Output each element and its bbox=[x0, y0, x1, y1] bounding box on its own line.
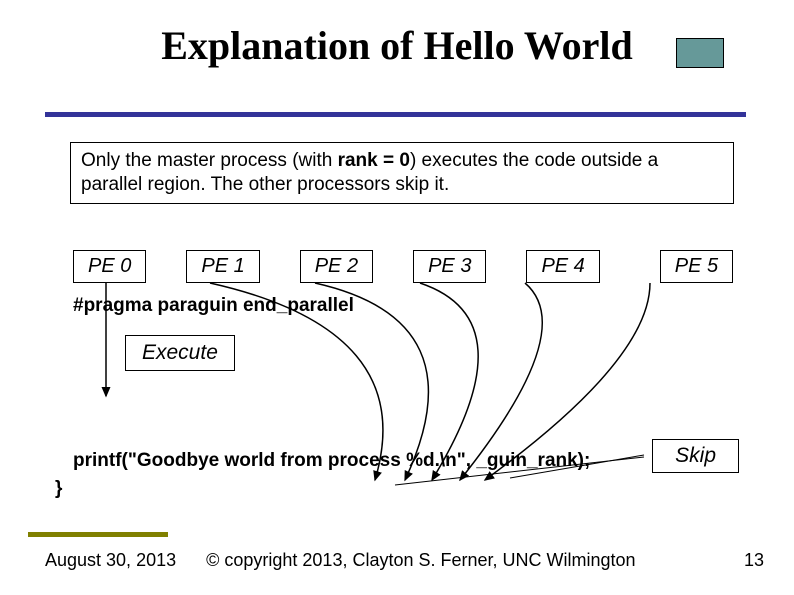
title-underline bbox=[45, 112, 746, 117]
info-box: Only the master process (with rank = 0) … bbox=[70, 142, 734, 204]
pe-0: PE 0 bbox=[73, 250, 146, 283]
footer-accent-line bbox=[28, 532, 168, 537]
execute-box: Execute bbox=[125, 335, 235, 371]
pe-2: PE 2 bbox=[300, 250, 373, 283]
slide-title: Explanation of Hello World bbox=[0, 0, 794, 69]
skip-box: Skip bbox=[652, 439, 739, 473]
pe-3: PE 3 bbox=[413, 250, 486, 283]
pe-row: PE 0 PE 1 PE 2 PE 3 PE 4 PE 5 bbox=[73, 250, 744, 283]
close-brace: } bbox=[55, 478, 62, 500]
pe-1: PE 1 bbox=[186, 250, 259, 283]
info-text-1: Only the master process (with bbox=[81, 150, 338, 171]
pe-4: PE 4 bbox=[526, 250, 599, 283]
footer: August 30, 2013 © copyright 2013, Clayto… bbox=[0, 550, 794, 571]
footer-page-number: 13 bbox=[744, 550, 764, 571]
pe-5: PE 5 bbox=[660, 250, 733, 283]
footer-date: August 30, 2013 bbox=[45, 550, 176, 571]
pragma-directive: #pragma paraguin end_parallel bbox=[73, 295, 354, 317]
footer-copyright: © copyright 2013, Clayton S. Ferner, UNC… bbox=[206, 550, 635, 571]
printf-statement: printf("Goodbye world from process %d.\n… bbox=[73, 450, 590, 472]
info-rank: rank = 0 bbox=[338, 150, 410, 171]
title-accent-box bbox=[676, 38, 724, 68]
